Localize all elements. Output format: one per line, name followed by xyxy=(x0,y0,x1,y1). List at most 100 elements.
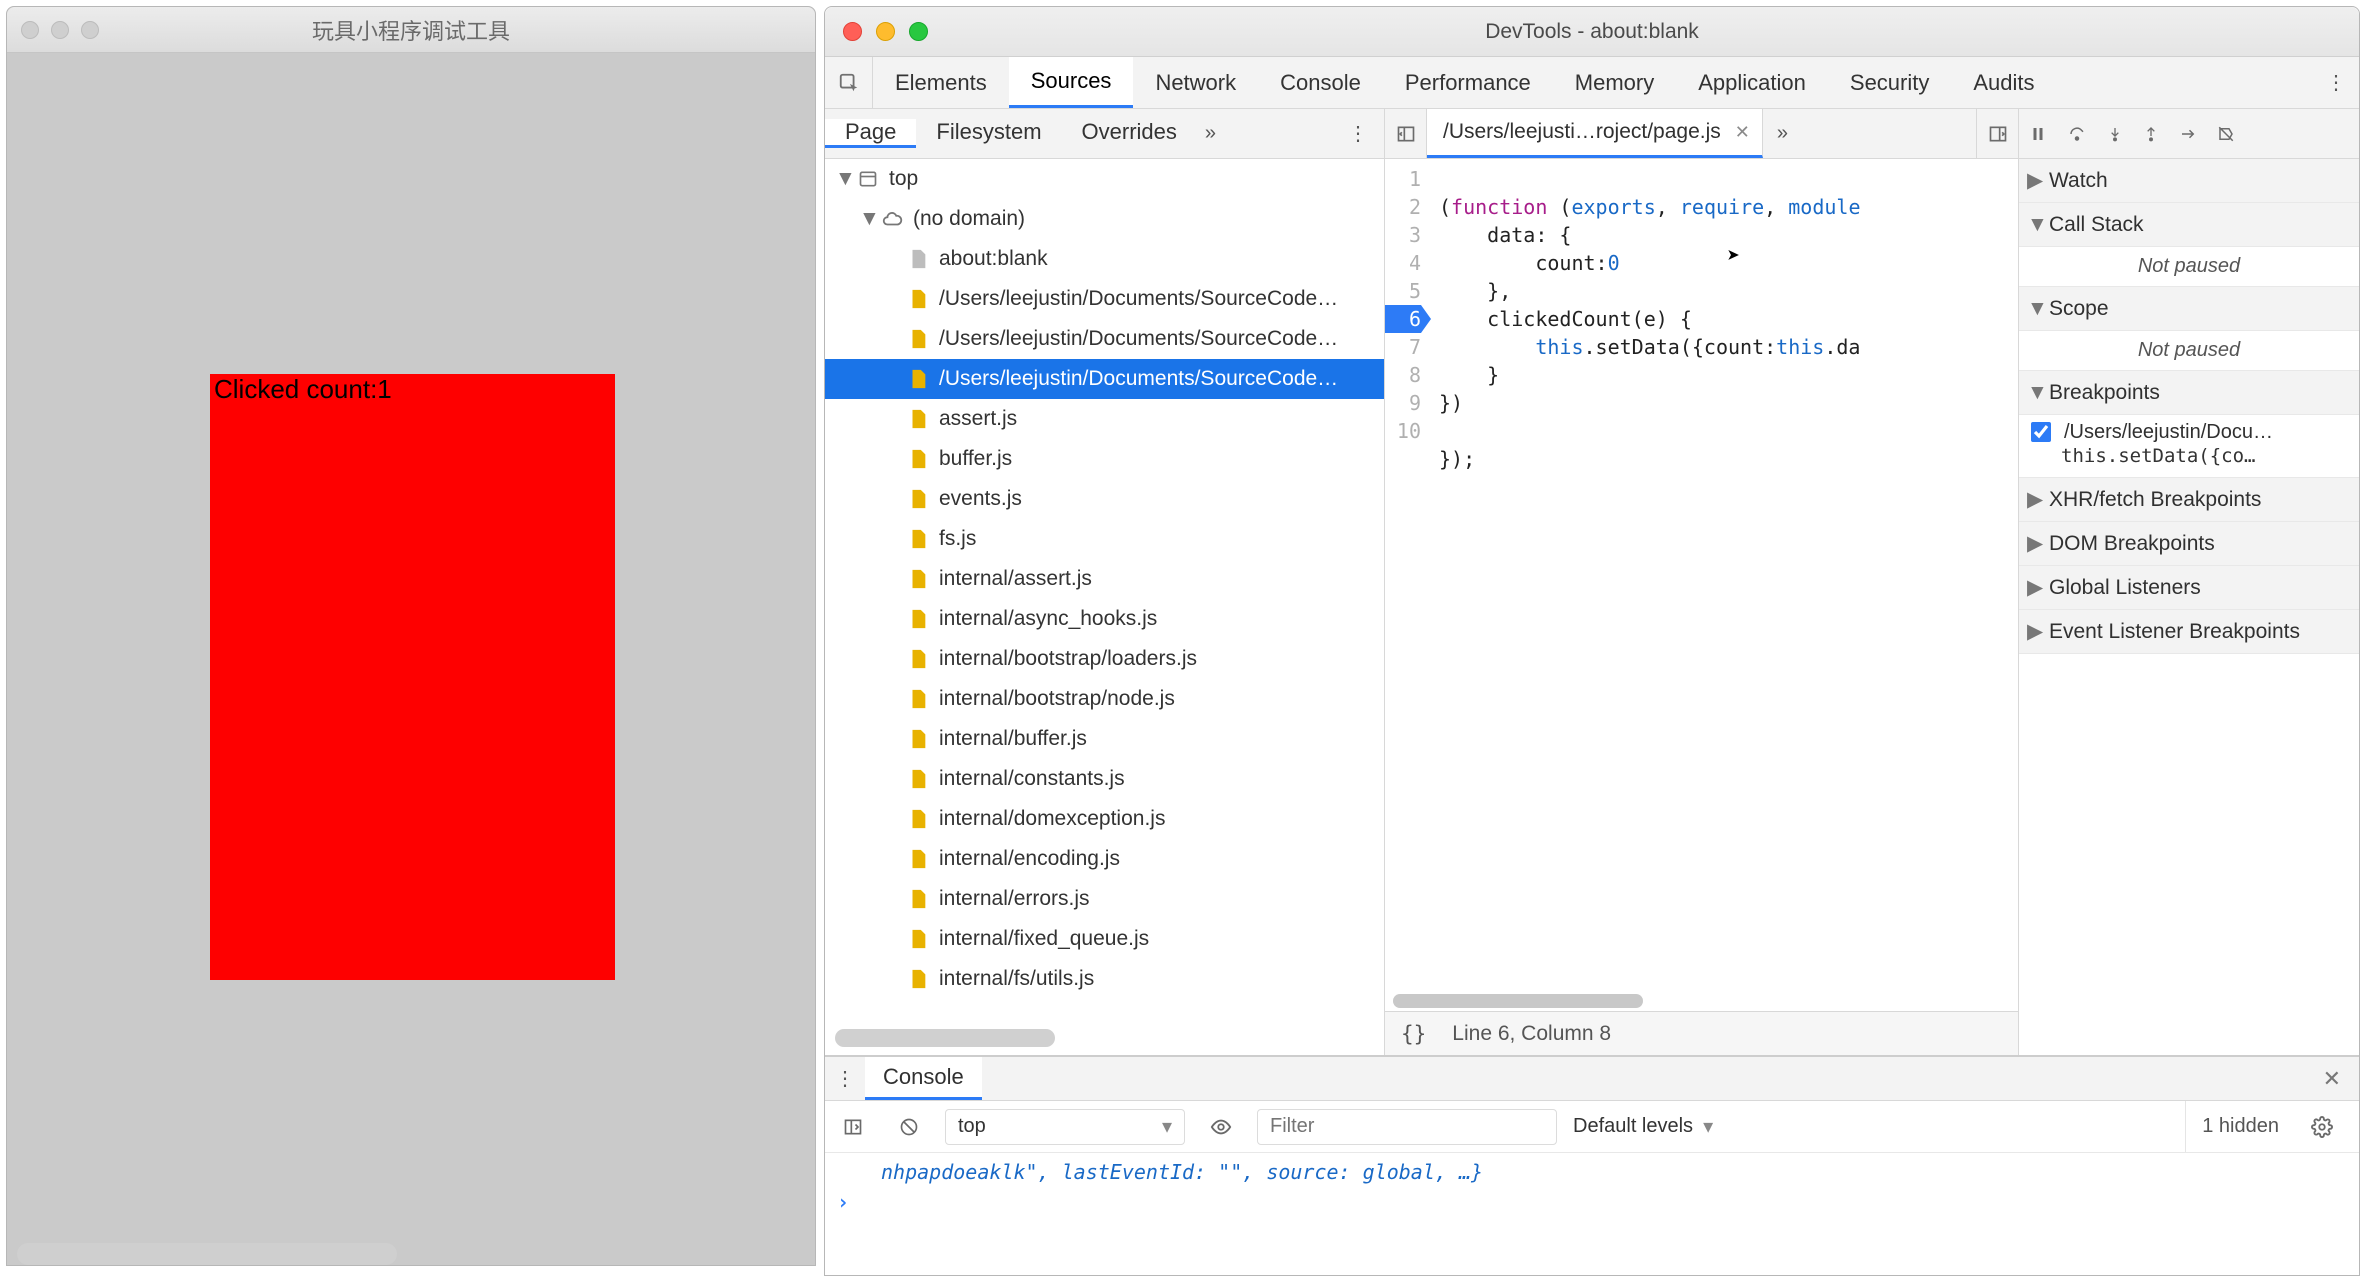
pretty-print-icon[interactable]: {} xyxy=(1401,1022,1426,1046)
tree-file-label: /Users/leejustin/Documents/SourceCode… xyxy=(939,319,1338,359)
gutter-line[interactable]: 8 xyxy=(1385,361,1421,389)
app-titlebar[interactable]: 玩具小程序调试工具 xyxy=(7,7,815,53)
tree-file[interactable]: internal/errors.js xyxy=(825,879,1384,919)
tree-file[interactable]: internal/bootstrap/node.js xyxy=(825,679,1384,719)
tree-file[interactable]: internal/fixed_queue.js xyxy=(825,919,1384,959)
tree-domain[interactable]: ▼ (no domain) xyxy=(825,199,1384,239)
devtools-titlebar[interactable]: DevTools - about:blank xyxy=(825,7,2359,57)
step-out-icon[interactable] xyxy=(2143,125,2159,143)
editor-horizontal-scrollbar[interactable] xyxy=(1385,991,2018,1011)
console-output[interactable]: nhpapdoeaklk", lastEventId: "", source: … xyxy=(825,1153,2359,1275)
traffic-close-icon[interactable] xyxy=(843,22,862,41)
clear-console-icon[interactable] xyxy=(889,1117,929,1137)
tab-security[interactable]: Security xyxy=(1828,57,1951,108)
tree-top-frame[interactable]: ▼ top xyxy=(825,159,1384,199)
navigator-tab-page[interactable]: Page xyxy=(825,119,916,148)
tab-audits[interactable]: Audits xyxy=(1951,57,2056,108)
traffic-zoom-icon[interactable] xyxy=(909,22,928,41)
navigator-tab-overrides[interactable]: Overrides xyxy=(1062,119,1197,145)
tree-file[interactable]: internal/encoding.js xyxy=(825,839,1384,879)
traffic-close-icon[interactable] xyxy=(21,21,39,39)
step-icon[interactable] xyxy=(2179,125,2197,143)
tree-file[interactable]: internal/assert.js xyxy=(825,559,1384,599)
log-levels-dropdown[interactable]: Default levels▾ xyxy=(1573,1109,1713,1145)
live-expression-icon[interactable] xyxy=(1201,1116,1241,1138)
close-tab-icon[interactable]: ✕ xyxy=(1735,122,1750,143)
tree-file[interactable]: internal/domexception.js xyxy=(825,799,1384,839)
watch-section-header[interactable]: ▶Watch xyxy=(2019,159,2359,203)
tree-file[interactable]: events.js xyxy=(825,479,1384,519)
horizontal-scrollbar[interactable] xyxy=(835,1029,1055,1047)
app-window: 玩具小程序调试工具 Clicked count:1 xyxy=(6,6,816,1266)
scope-section-header[interactable]: ▼Scope xyxy=(2019,287,2359,331)
gutter-line[interactable]: 4 xyxy=(1385,249,1421,277)
console-settings-icon[interactable] xyxy=(2311,1116,2351,1138)
breakpoints-section-header[interactable]: ▼Breakpoints xyxy=(2019,371,2359,415)
console-filter-input[interactable] xyxy=(1257,1109,1557,1145)
editor-file-tab[interactable]: /Users/leejusti…roject/page.js ✕ xyxy=(1427,109,1763,158)
global-listeners-header[interactable]: ▶Global Listeners xyxy=(2019,566,2359,610)
gutter-line[interactable]: 6 xyxy=(1385,305,1421,333)
tab-console[interactable]: Console xyxy=(1258,57,1383,108)
traffic-minimize-icon[interactable] xyxy=(51,21,69,39)
breakpoint-item[interactable]: /Users/leejustin/Docu… this.setData({co… xyxy=(2019,415,2359,478)
execution-context-dropdown[interactable]: top▾ xyxy=(945,1109,1185,1145)
kebab-menu-icon[interactable]: ⋮ xyxy=(825,1066,865,1091)
tree-file[interactable]: internal/async_hooks.js xyxy=(825,599,1384,639)
step-into-icon[interactable] xyxy=(2107,125,2123,143)
tab-application[interactable]: Application xyxy=(1676,57,1828,108)
pause-icon[interactable] xyxy=(2029,125,2047,143)
tree-file[interactable]: /Users/leejustin/Documents/SourceCode… xyxy=(825,279,1384,319)
kebab-menu-icon[interactable]: ⋮ xyxy=(1332,121,1384,146)
kebab-menu-icon[interactable]: ⋮ xyxy=(2313,57,2359,108)
tab-memory[interactable]: Memory xyxy=(1553,57,1676,108)
gutter-line[interactable]: 3 xyxy=(1385,221,1421,249)
tab-elements[interactable]: Elements xyxy=(873,57,1009,108)
tree-file[interactable]: internal/bootstrap/loaders.js xyxy=(825,639,1384,679)
toggle-sidebar-icon[interactable] xyxy=(833,1117,873,1137)
tree-file[interactable]: /Users/leejustin/Documents/SourceCode… xyxy=(825,359,1384,399)
code-editor[interactable]: 12345678910 (function (exports, require,… xyxy=(1385,159,2018,991)
gutter-line[interactable]: 9 xyxy=(1385,389,1421,417)
breakpoint-checkbox[interactable] xyxy=(2031,422,2051,442)
line-gutter[interactable]: 12345678910 xyxy=(1385,159,1429,991)
gutter-line[interactable]: 10 xyxy=(1385,417,1421,445)
step-over-icon[interactable] xyxy=(2067,125,2087,143)
tree-file[interactable]: assert.js xyxy=(825,399,1384,439)
file-icon xyxy=(905,286,931,312)
xhr-breakpoints-header[interactable]: ▶XHR/fetch Breakpoints xyxy=(2019,478,2359,522)
gutter-line[interactable]: 1 xyxy=(1385,165,1421,193)
more-tabs-icon[interactable]: » xyxy=(1197,122,1224,145)
tab-sources[interactable]: Sources xyxy=(1009,57,1134,108)
traffic-zoom-icon[interactable] xyxy=(81,21,99,39)
tree-file[interactable]: internal/buffer.js xyxy=(825,719,1384,759)
gutter-line[interactable]: 7 xyxy=(1385,333,1421,361)
inspect-element-icon[interactable] xyxy=(825,57,873,108)
deactivate-breakpoints-icon[interactable] xyxy=(2217,125,2235,143)
horizontal-scrollbar[interactable] xyxy=(17,1243,397,1265)
gutter-line[interactable]: 5 xyxy=(1385,277,1421,305)
event-listener-breakpoints-header[interactable]: ▶Event Listener Breakpoints xyxy=(2019,610,2359,654)
tree-file[interactable]: internal/constants.js xyxy=(825,759,1384,799)
callstack-section-header[interactable]: ▼Call Stack xyxy=(2019,203,2359,247)
tree-file[interactable]: internal/fs/utils.js xyxy=(825,959,1384,999)
show-navigator-icon[interactable] xyxy=(1385,109,1427,158)
code-text[interactable]: (function (exports, require, module data… xyxy=(1429,159,1861,991)
tab-network[interactable]: Network xyxy=(1133,57,1258,108)
file-tree[interactable]: ▼ top ▼ (no domain) xyxy=(825,159,1384,1023)
close-drawer-icon[interactable]: ✕ xyxy=(2305,1066,2359,1092)
console-tab[interactable]: Console xyxy=(865,1057,982,1100)
clicked-count-box[interactable]: Clicked count:1 xyxy=(210,374,615,980)
tree-file[interactable]: /Users/leejustin/Documents/SourceCode… xyxy=(825,319,1384,359)
navigator-tab-filesystem[interactable]: Filesystem xyxy=(916,119,1061,145)
gutter-line[interactable]: 2 xyxy=(1385,193,1421,221)
dom-breakpoints-header[interactable]: ▶DOM Breakpoints xyxy=(2019,522,2359,566)
more-tabs-icon[interactable]: » xyxy=(1763,122,1802,145)
tree-file[interactable]: fs.js xyxy=(825,519,1384,559)
tab-performance[interactable]: Performance xyxy=(1383,57,1553,108)
traffic-minimize-icon[interactable] xyxy=(876,22,895,41)
tree-file[interactable]: buffer.js xyxy=(825,439,1384,479)
show-debugger-icon[interactable] xyxy=(1976,109,2018,158)
tree-file[interactable]: about:blank xyxy=(825,239,1384,279)
hidden-messages-count[interactable]: 1 hidden xyxy=(2185,1101,2295,1152)
